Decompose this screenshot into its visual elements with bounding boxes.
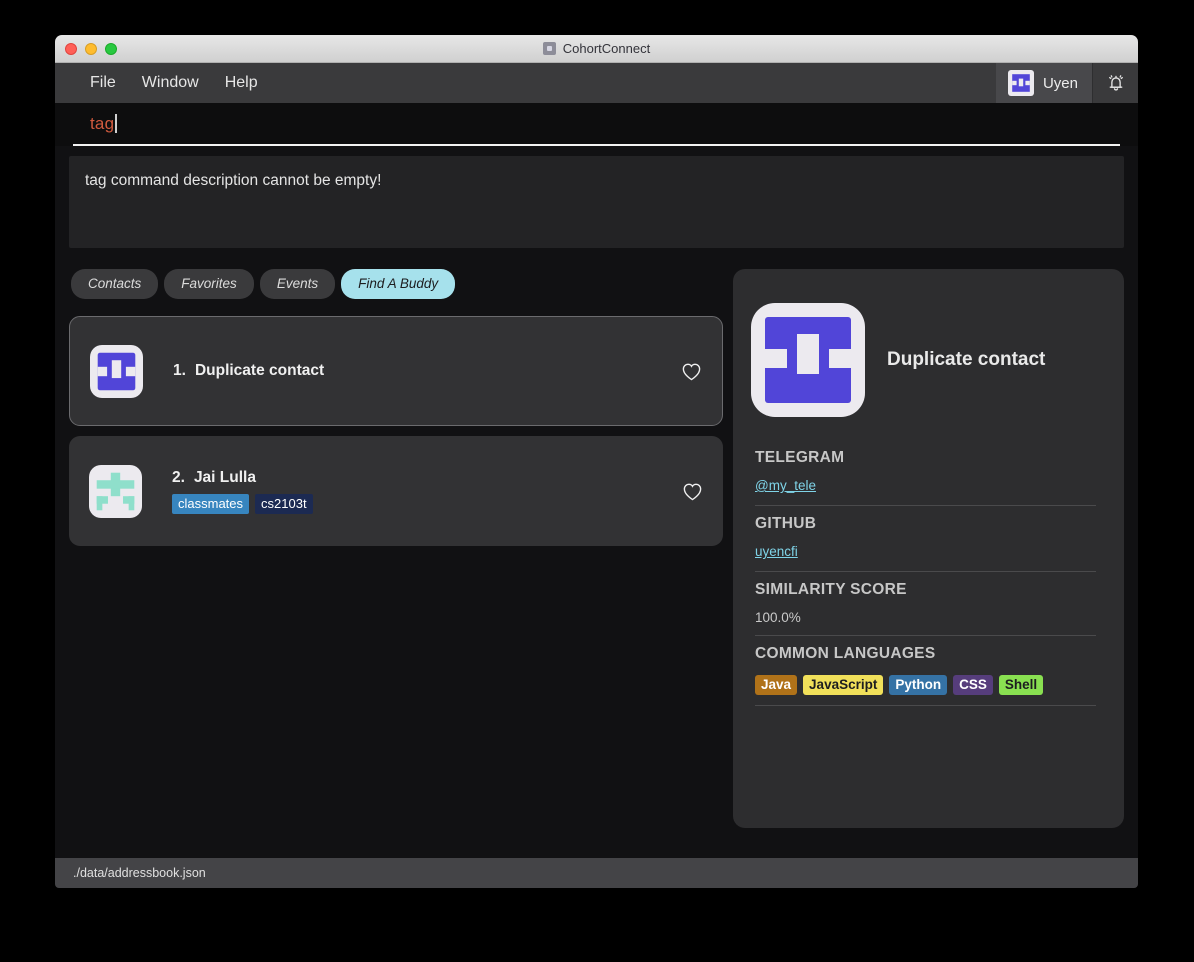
notification-bell-button[interactable]	[1092, 63, 1138, 103]
result-message: tag command description cannot be empty!	[85, 172, 382, 189]
detail-field-similarity-score: SIMILARITY SCORE 100.0%	[755, 581, 1096, 636]
github-link[interactable]: uyencfi	[755, 544, 798, 559]
menu-item-file[interactable]: File	[77, 70, 129, 96]
window-title: CohortConnect	[562, 41, 651, 56]
language-chip: CSS	[953, 675, 993, 695]
identicon-avatar	[90, 344, 143, 398]
field-label: SIMILARITY SCORE	[755, 581, 907, 598]
language-chip: Java	[755, 675, 798, 695]
identicon-avatar	[751, 303, 865, 417]
detail-fields: TELEGRAM @my_tele GITHUB uyencfi SIMILAR…	[751, 449, 1096, 706]
user-name-label: Uyen	[1042, 74, 1078, 92]
language-chip: Shell	[998, 675, 1044, 695]
field-label: COMMON LANGUAGES	[755, 645, 936, 662]
contact-list-item[interactable]: 2. Jai Lulla classmates cs2103t	[69, 436, 723, 546]
contact-list: 1. Duplicate contact 2. Jai Lulla classm…	[69, 316, 723, 546]
detail-field-github: GITHUB uyencfi	[755, 515, 1096, 572]
detail-column: Duplicate contact TELEGRAM @my_tele GITH…	[723, 269, 1124, 828]
contact-title: 2. Jai Lulla	[172, 469, 701, 487]
tab-events[interactable]: Events	[259, 269, 336, 299]
field-divider	[755, 635, 1096, 636]
status-file-path: ./data/addressbook.json	[73, 866, 206, 880]
minimize-window-button[interactable]	[85, 42, 97, 55]
telegram-link[interactable]: @my_tele	[755, 478, 816, 493]
result-display-box: tag command description cannot be empty!	[69, 156, 1124, 248]
app-icon	[542, 42, 556, 55]
contact-index: 2.	[172, 468, 185, 486]
detail-field-common-languages: COMMON LANGUAGES Java JavaScript Python …	[755, 645, 1096, 706]
list-column: Contacts Favorites Events Find A Buddy 1…	[69, 269, 723, 828]
similarity-score-value: 100.0%	[755, 610, 801, 625]
user-profile-button[interactable]: Uyen	[995, 63, 1092, 103]
menu-bar: File Window Help Uyen	[55, 63, 1138, 103]
contact-detail-panel: Duplicate contact TELEGRAM @my_tele GITH…	[733, 269, 1124, 828]
contact-list-item[interactable]: 1. Duplicate contact	[69, 316, 723, 426]
heart-outline-icon	[682, 363, 700, 380]
command-input-area[interactable]: tag	[55, 103, 1138, 146]
close-window-button[interactable]	[65, 42, 77, 55]
tab-bar: Contacts Favorites Events Find A Buddy	[69, 269, 723, 299]
field-label: TELEGRAM	[755, 449, 845, 466]
contact-tag[interactable]: classmates	[172, 493, 250, 514]
contact-tag-list: classmates cs2103t	[172, 493, 701, 514]
maximize-window-button[interactable]	[105, 42, 117, 55]
language-chip: Python	[889, 675, 948, 695]
contact-name: Jai Lulla	[193, 468, 256, 486]
status-bar: ./data/addressbook.json	[55, 858, 1138, 888]
identicon-avatar	[89, 464, 142, 518]
text-caret	[115, 114, 117, 133]
tab-contacts[interactable]: Contacts	[71, 269, 159, 299]
language-chip: JavaScript	[803, 675, 884, 695]
contact-name: Duplicate contact	[194, 362, 325, 379]
field-label: GITHUB	[755, 515, 817, 532]
contact-index: 1.	[173, 362, 186, 379]
favorite-toggle-button[interactable]	[679, 478, 705, 504]
contact-tag[interactable]: cs2103t	[255, 493, 313, 514]
window-controls	[65, 42, 117, 55]
main-content: Contacts Favorites Events Find A Buddy 1…	[55, 248, 1138, 828]
command-input-text: tag	[90, 113, 115, 133]
app-window: CohortConnect File Window Help Uyen tag …	[55, 35, 1138, 888]
field-divider	[755, 571, 1096, 572]
tab-find-a-buddy[interactable]: Find A Buddy	[341, 269, 456, 299]
heart-outline-icon	[683, 483, 701, 500]
title-bar: CohortConnect	[55, 35, 1138, 63]
detail-header: Duplicate contact	[751, 303, 1096, 417]
menu-item-help[interactable]: Help	[212, 70, 271, 96]
menu-bar-right: Uyen	[995, 63, 1138, 103]
identicon-avatar	[1007, 70, 1034, 96]
contact-title: 1. Duplicate contact	[173, 362, 700, 380]
tab-favorites[interactable]: Favorites	[164, 269, 254, 299]
detail-contact-name: Duplicate contact	[887, 349, 1046, 370]
language-chip-list: Java JavaScript Python CSS Shell	[755, 675, 1096, 695]
field-divider	[755, 505, 1096, 506]
favorite-toggle-button[interactable]	[678, 358, 704, 384]
menu-item-window[interactable]: Window	[129, 70, 212, 96]
detail-field-telegram: TELEGRAM @my_tele	[755, 449, 1096, 506]
field-divider	[755, 705, 1096, 706]
notification-bell-icon	[1108, 75, 1123, 91]
